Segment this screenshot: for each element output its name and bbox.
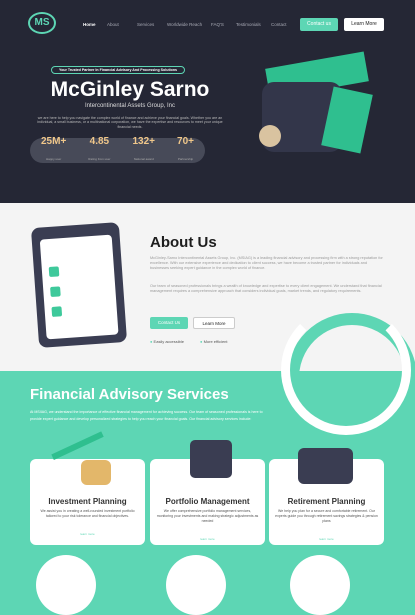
learn-more-link[interactable]: learn more (80, 532, 94, 536)
feature-checks: ● Easily accessible ● More efficient (150, 339, 228, 344)
nav-home[interactable]: Home (83, 22, 96, 27)
contact-us-button[interactable]: Contact us (300, 18, 338, 31)
stat-label: Partnership (177, 157, 194, 161)
nav-contact[interactable]: Contact (271, 22, 287, 27)
check-label: Easily accessible (153, 339, 185, 344)
stat-label: Happy user (45, 157, 62, 161)
learn-more-link[interactable]: learn more (200, 537, 214, 541)
about-paragraph-2: Our team of seasoned professionals bring… (150, 284, 382, 294)
stat: 132+ National award (132, 136, 155, 165)
check-item: ● Easily accessible (150, 339, 184, 344)
about-learn-more-button[interactable]: Learn More (193, 317, 235, 329)
nav-services[interactable]: Services (137, 22, 154, 27)
check-label: More efficient (203, 339, 228, 344)
services-text: At MSIIAG, we understand the importance … (30, 410, 263, 421)
nav-about[interactable]: About (107, 22, 119, 27)
wallet-illustration (259, 51, 373, 170)
check-icon: ● (150, 339, 153, 344)
logo[interactable]: MS (28, 12, 56, 34)
card-text: We assist you in creating a well-rounded… (40, 509, 135, 518)
hero-text: we are here to help you navigate the com… (37, 116, 223, 129)
clipboard-illustration (30, 222, 128, 348)
nav-testimonials[interactable]: Testimonials (236, 22, 261, 27)
services-title: Financial Advisory Services (30, 386, 229, 403)
stat: 70+ Partnership (177, 136, 194, 165)
about-contact-button[interactable]: Contact Us (150, 317, 188, 329)
learn-more-button[interactable]: Learn More (344, 18, 384, 31)
learn-more-link[interactable]: learn more (319, 537, 333, 541)
stat-value: 4.85 (89, 136, 110, 147)
stat: 25M+ Happy user (41, 136, 66, 165)
hero-title: McGinley Sarno (50, 78, 210, 101)
growth-chart-icon (51, 431, 121, 500)
stat-value: 132+ (132, 136, 156, 147)
check-icon: ● (200, 339, 203, 344)
check-item: ● More efficient (200, 339, 227, 344)
card-text: We offer comprehensive portfolio managem… (156, 509, 259, 523)
stat: 4.85 Rating from user (88, 136, 110, 165)
about-title: About Us (150, 234, 217, 251)
about-paragraph-1: McGinley-Sarno Intercontinental Assets G… (150, 256, 383, 271)
decorative-ring-white (281, 305, 411, 435)
hero-section: MS Home About Services Worldwide Reach F… (0, 0, 415, 203)
stat-label: Rating from user (88, 157, 111, 161)
card-text: We help you plan for a secure and comfor… (275, 509, 378, 523)
stats-bar: 25M+ Happy user 4.85 Rating from user 132+… (30, 136, 205, 165)
stat-value: 25M+ (41, 136, 67, 147)
nav-worldwide-reach[interactable]: Worldwide Reach (167, 22, 202, 27)
bar-chart-icon (166, 555, 226, 615)
money-plant-icon (290, 555, 350, 615)
portfolio-icon (182, 432, 250, 500)
hero-subtitle: Intercontinental Assets Group, Inc (84, 103, 176, 109)
tagline-badge: Your Trusted Partner In Financial Adviso… (51, 66, 185, 74)
stat-value: 70+ (177, 136, 194, 147)
nav-faqs[interactable]: FAQ'S (211, 22, 224, 27)
briefcase-icon (292, 432, 360, 500)
money-bag-icon (36, 555, 96, 615)
stat-label: National award (133, 157, 154, 161)
